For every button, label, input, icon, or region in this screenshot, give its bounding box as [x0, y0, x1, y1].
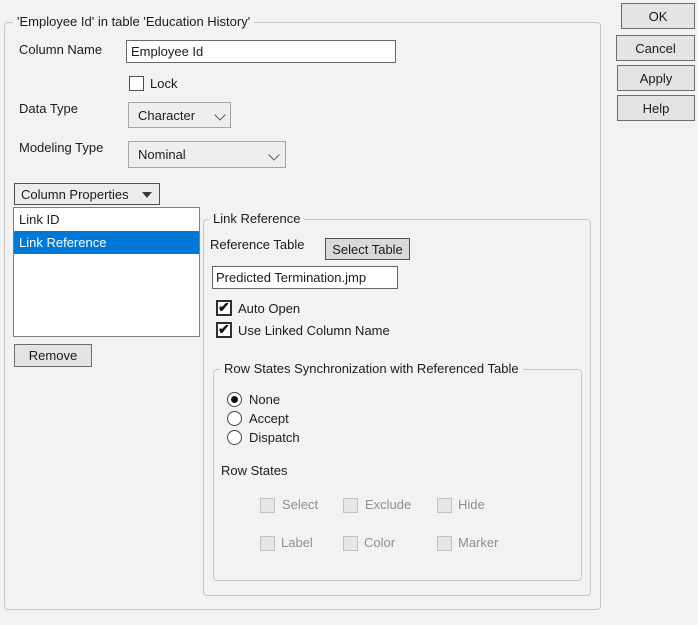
column-name-input[interactable]: [126, 40, 396, 63]
row-states-label: Row States: [221, 463, 287, 478]
apply-button[interactable]: Apply: [617, 65, 695, 91]
reference-table-label: Reference Table: [210, 237, 304, 252]
cancel-button[interactable]: Cancel: [616, 35, 695, 61]
dialog-title: 'Employee Id' in table 'Education Histor…: [13, 14, 254, 30]
data-type-value: Character: [129, 108, 195, 123]
use-linked-column-name-label[interactable]: Use Linked Column Name: [238, 323, 390, 338]
lock-label[interactable]: Lock: [150, 76, 177, 91]
radio-none[interactable]: [227, 392, 242, 407]
column-name-label: Column Name: [19, 42, 102, 57]
hide-checkbox-disabled: [437, 498, 452, 513]
exclude-checkbox-label: Exclude: [365, 497, 411, 512]
list-item-link-id[interactable]: Link ID: [14, 208, 199, 231]
chevron-down-icon: [268, 149, 279, 160]
auto-open-label[interactable]: Auto Open: [238, 301, 300, 316]
remove-button[interactable]: Remove: [14, 344, 92, 367]
color-checkbox-label: Color: [364, 535, 395, 550]
color-checkbox-disabled: [343, 536, 358, 551]
auto-open-checkbox[interactable]: [216, 300, 232, 316]
modeling-type-value: Nominal: [129, 147, 186, 162]
row-states-sync-title: Row States Synchronization with Referenc…: [220, 361, 523, 377]
column-properties-button[interactable]: Column Properties: [14, 183, 160, 205]
radio-dispatch-label[interactable]: Dispatch: [249, 430, 300, 445]
use-linked-column-name-checkbox[interactable]: [216, 322, 232, 338]
link-reference-title: Link Reference: [209, 211, 304, 227]
help-button[interactable]: Help: [617, 95, 695, 121]
lock-checkbox[interactable]: [129, 76, 144, 91]
select-checkbox-label: Select: [282, 497, 318, 512]
modeling-type-combobox[interactable]: Nominal: [128, 141, 286, 168]
select-checkbox-disabled: [260, 498, 275, 513]
radio-none-label[interactable]: None: [249, 392, 280, 407]
triangle-down-icon: [142, 192, 152, 198]
data-type-label: Data Type: [19, 101, 78, 116]
radio-dispatch[interactable]: [227, 430, 242, 445]
reference-table-input[interactable]: [212, 266, 398, 289]
label-checkbox-disabled: [260, 536, 275, 551]
radio-accept[interactable]: [227, 411, 242, 426]
column-properties-label: Column Properties: [21, 187, 129, 202]
exclude-checkbox-disabled: [343, 498, 358, 513]
hide-checkbox-label: Hide: [458, 497, 485, 512]
chevron-down-icon: [214, 109, 225, 120]
radio-accept-label[interactable]: Accept: [249, 411, 289, 426]
properties-listbox: Link ID Link Reference: [13, 207, 200, 337]
label-checkbox-label: Label: [281, 535, 313, 550]
marker-checkbox-label: Marker: [458, 535, 498, 550]
ok-button[interactable]: OK: [621, 3, 695, 29]
data-type-combobox[interactable]: Character: [128, 102, 231, 128]
select-table-button[interactable]: Select Table: [325, 238, 410, 260]
marker-checkbox-disabled: [437, 536, 452, 551]
list-item-link-reference[interactable]: Link Reference: [14, 231, 199, 254]
modeling-type-label: Modeling Type: [19, 140, 103, 155]
